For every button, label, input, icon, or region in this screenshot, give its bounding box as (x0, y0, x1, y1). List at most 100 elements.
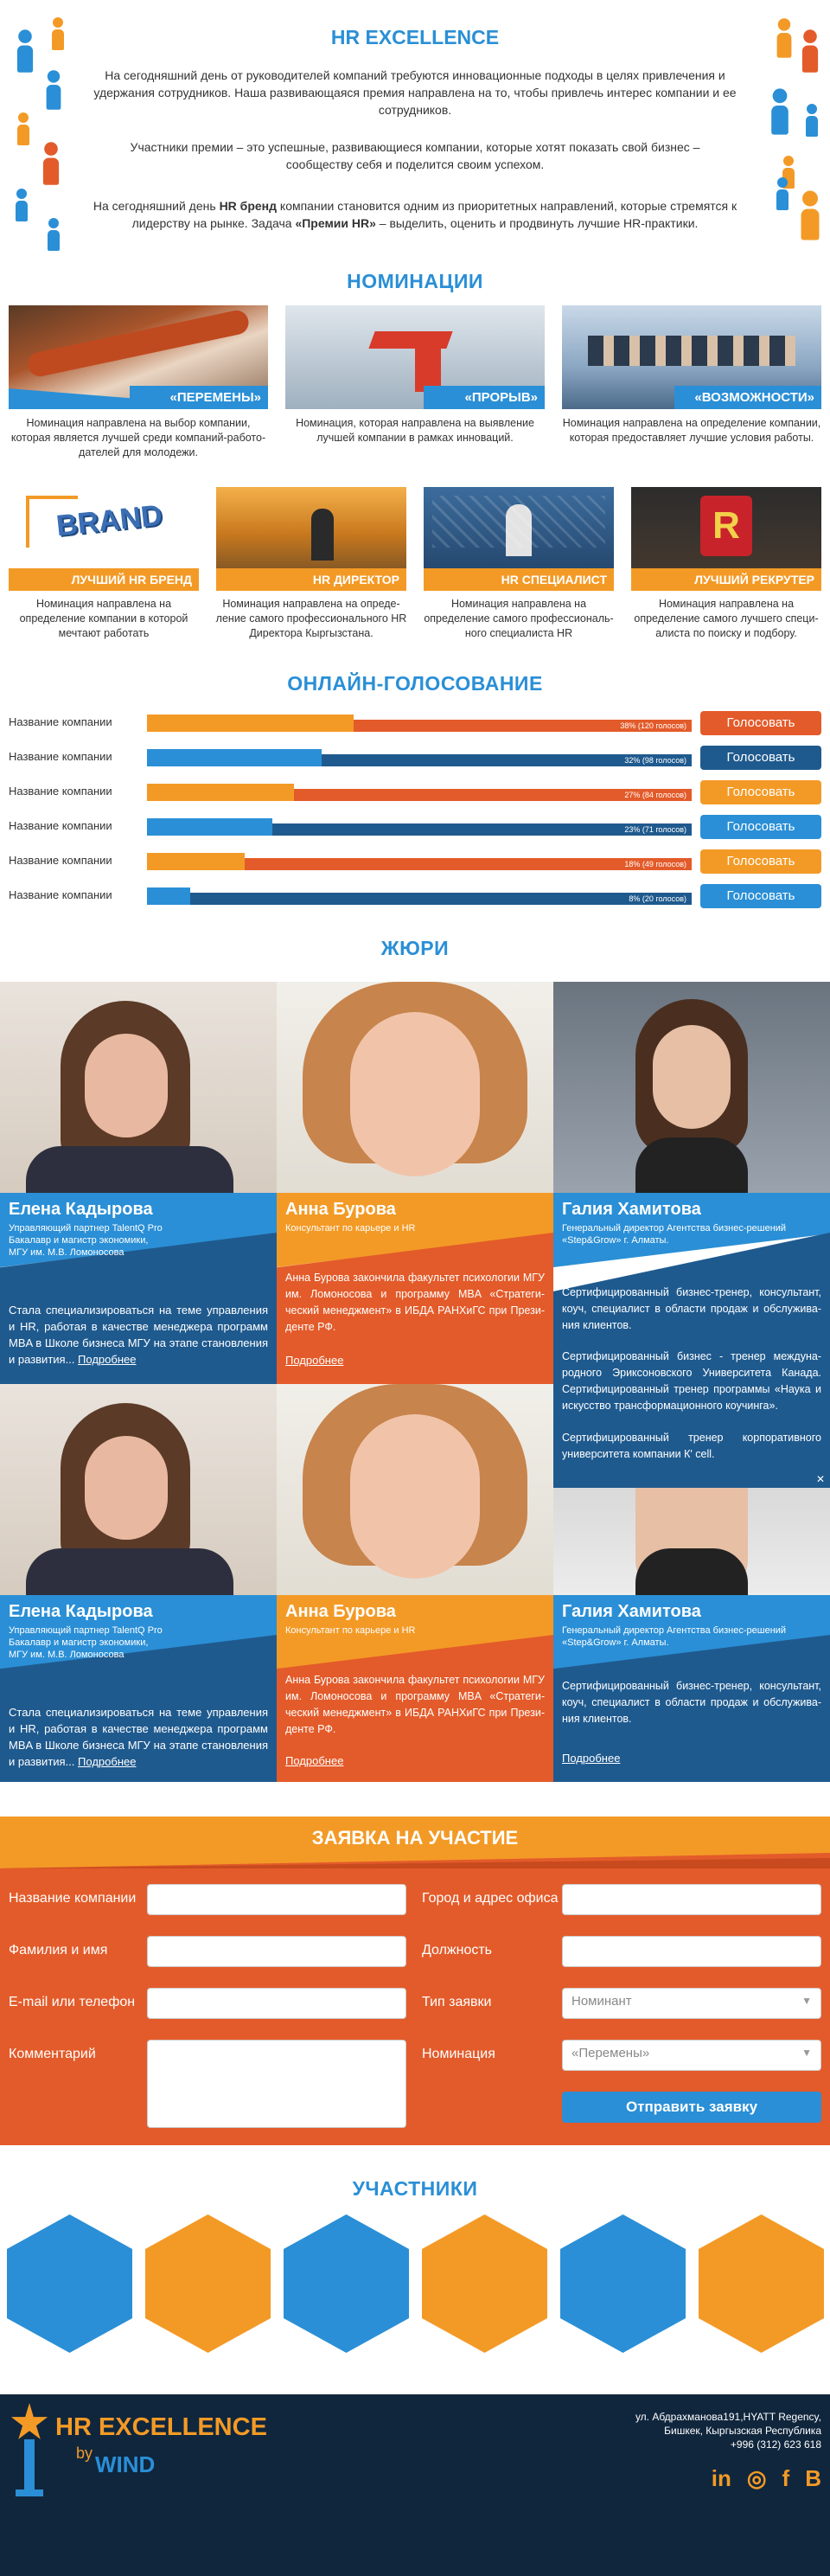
intro-paragraph-3: На сегодняшний день HR бренд компании ст… (93, 199, 737, 230)
facebook-icon[interactable]: f (782, 2465, 790, 2492)
footer: HR EXCELLENCE by WIND ул. Абдрахманова19… (0, 2394, 830, 2576)
participant-hexagon[interactable] (699, 2214, 824, 2353)
hr-brand-strong: HR бренд (219, 199, 278, 213)
address-line: ул. Абдрахманова191,HYATT Regency, (635, 2411, 821, 2423)
behance-icon[interactable]: B (805, 2465, 821, 2492)
vote-button[interactable]: Голосовать (700, 849, 821, 874)
vote-progress-fill (147, 888, 191, 905)
vote-count: 23% (71 голосов) (624, 825, 686, 834)
vote-button[interactable]: Голосовать (700, 780, 821, 804)
city-input[interactable] (562, 1884, 821, 1915)
nomination-desc: Номинация направлена на определение комп… (19, 598, 188, 639)
post-input[interactable] (562, 1936, 821, 1967)
voting-title: ОНЛАЙН-ГОЛОСОВАНИЕ (287, 672, 543, 695)
footer-logo-wind: WIND (95, 2451, 156, 2477)
jury-name: Елена Кадырова (9, 1200, 153, 1219)
vote-button[interactable]: Голосовать (700, 884, 821, 908)
nomination-desc: Номинация направлена на определение комп… (562, 417, 821, 444)
jury-photo (553, 1488, 830, 1595)
type-select[interactable]: Номинант ▼ (562, 1988, 821, 2019)
nomination-card-hr-brand[interactable]: BRAND ЛУЧШИЙ HR БРЕНД (9, 487, 199, 591)
jury-position: Консультант по карьере и HR (285, 1625, 416, 1636)
jury-bio-extra: Сертифицированный бизнес - тренер междун… (562, 1350, 821, 1412)
submit-button[interactable]: Отправить заявку (562, 2092, 821, 2123)
nomination-label: «ПРОРЫВ» (424, 386, 545, 409)
jury-title: ЖЮРИ (380, 937, 450, 959)
comment-textarea[interactable] (147, 2040, 406, 2128)
nomination-card-vozmozhnosti[interactable]: «ВОЗМОЖНОСТИ» (562, 305, 821, 409)
vote-button[interactable]: Голосовать (700, 711, 821, 735)
jury-photo (553, 982, 830, 1193)
participant-hexagon[interactable] (422, 2214, 547, 2353)
jury-bio: Анна Бурова закончила факультет психолог… (285, 1272, 545, 1333)
nomination-label: ЛУЧШИЙ HR БРЕНД (9, 568, 199, 591)
participant-hexagon[interactable] (145, 2214, 271, 2353)
vote-company-name: Название компании (9, 888, 112, 901)
jury-more-link[interactable]: Подробнее (285, 1754, 343, 1767)
jury-more-link[interactable]: Подробнее (562, 1752, 620, 1765)
contact-input[interactable] (147, 1988, 406, 2019)
company-input[interactable] (147, 1884, 406, 1915)
vote-progress-fill (147, 818, 272, 836)
jury-more-link[interactable]: Подробнее (78, 1353, 136, 1366)
person-icon (16, 29, 34, 73)
person-icon (42, 142, 60, 185)
jury-more-link[interactable]: Подробнее (285, 1354, 343, 1367)
nomination-desc: Номинация направлена на опреде­ление сам… (215, 598, 407, 639)
page-title: HR EXCELLENCE (330, 26, 500, 48)
jury-bio: Стала специализироваться на теме управле… (9, 1706, 268, 1768)
jury-more-link[interactable]: Подробнее (78, 1755, 136, 1768)
person-icon (52, 17, 64, 50)
nomination-card-peremeny[interactable]: «ПЕРЕМЕНЫ» (9, 305, 268, 409)
jury-card-anna: Анна Бурова Консультант по карьере и HR … (277, 1384, 553, 1782)
nomination-desc: Номинация направлена на выбор компании, … (10, 417, 266, 458)
jury-card-galia-expanded: Галия Хамитова Генеральный директор Аген… (553, 982, 830, 1488)
vote-button[interactable]: Голосовать (700, 815, 821, 839)
jury-bio: Сертифицированный бизнес-тренер, консуль… (562, 1286, 821, 1331)
vote-button[interactable]: Голосовать (700, 746, 821, 770)
city-label: Город и адрес офиса (422, 1891, 559, 1906)
chevron-down-icon: ▼ (801, 1995, 812, 2007)
intro-paragraph-2: Участники премии – это успешные, развива… (130, 140, 700, 171)
linkedin-icon[interactable]: in (712, 2465, 731, 2492)
jury-photo (277, 982, 553, 1193)
application-form: ЗАЯВКА НА УЧАСТИЕ Название компании Горо… (0, 1817, 830, 2145)
jury-photo (0, 1384, 277, 1595)
type-label: Тип заявки (422, 1995, 492, 2009)
jury-position: Генеральный директор Агентства бизнес-ре… (562, 1223, 787, 1246)
participant-hexagon[interactable] (560, 2214, 686, 2353)
jury-bio: Сертифицированный бизнес-тренер, консуль… (562, 1680, 821, 1725)
nomination-label: Номинация (422, 2047, 495, 2061)
person-icon (771, 88, 788, 135)
vote-row: Название компании 8% (20 голосов) Голосова… (9, 884, 821, 908)
social-links: in ◎ f B (712, 2465, 821, 2492)
nomination-select[interactable]: «Перемены» ▼ (562, 2040, 821, 2071)
nomination-label: HR СПЕЦИАЛИСТ (424, 568, 614, 591)
close-icon[interactable]: ✕ (816, 1473, 825, 1485)
person-icon (776, 177, 788, 210)
participant-hexagon[interactable] (284, 2214, 409, 2353)
instagram-icon[interactable]: ◎ (747, 2465, 767, 2492)
vote-count: 27% (84 голосов) (624, 791, 686, 799)
vote-count: 8% (20 голосов) (629, 894, 686, 903)
nomination-desc: Номинация направлена на определение само… (424, 598, 614, 639)
fio-input[interactable] (147, 1936, 406, 1967)
jury-position: Консультант по карьере и HR (285, 1223, 416, 1234)
jury-photo (277, 1384, 553, 1595)
vote-progress-bar: 38% (120 голосов) (147, 714, 692, 732)
nomination-card-proryv[interactable]: «ПРОРЫВ» (285, 305, 545, 409)
jury-card-elena: Елена Кадырова Управляющий партнер Talen… (0, 982, 277, 1384)
nomination-label: HR ДИРЕКТОР (216, 568, 406, 591)
nomination-card-hr-director[interactable]: HR ДИРЕКТОР (216, 487, 406, 591)
vote-company-name: Название компании (9, 819, 112, 832)
nomination-card-hr-specialist[interactable]: HR СПЕЦИАЛИСТ (424, 487, 614, 591)
jury-name: Елена Кадырова (9, 1602, 153, 1621)
nominations-title: НОМИНАЦИИ (347, 270, 483, 292)
vote-count: 32% (98 голосов) (624, 756, 686, 765)
vote-company-name: Название компании (9, 854, 112, 867)
vote-progress-fill (147, 749, 322, 766)
participant-hexagon[interactable] (7, 2214, 132, 2353)
nomination-card-best-recruiter[interactable]: R ЛУЧШИЙ РЕКРУТЕР (631, 487, 821, 591)
phone: +996 (312) 623 618 (730, 2438, 821, 2451)
address-line: Бишкек, Кыргызская Республика (664, 2425, 821, 2437)
